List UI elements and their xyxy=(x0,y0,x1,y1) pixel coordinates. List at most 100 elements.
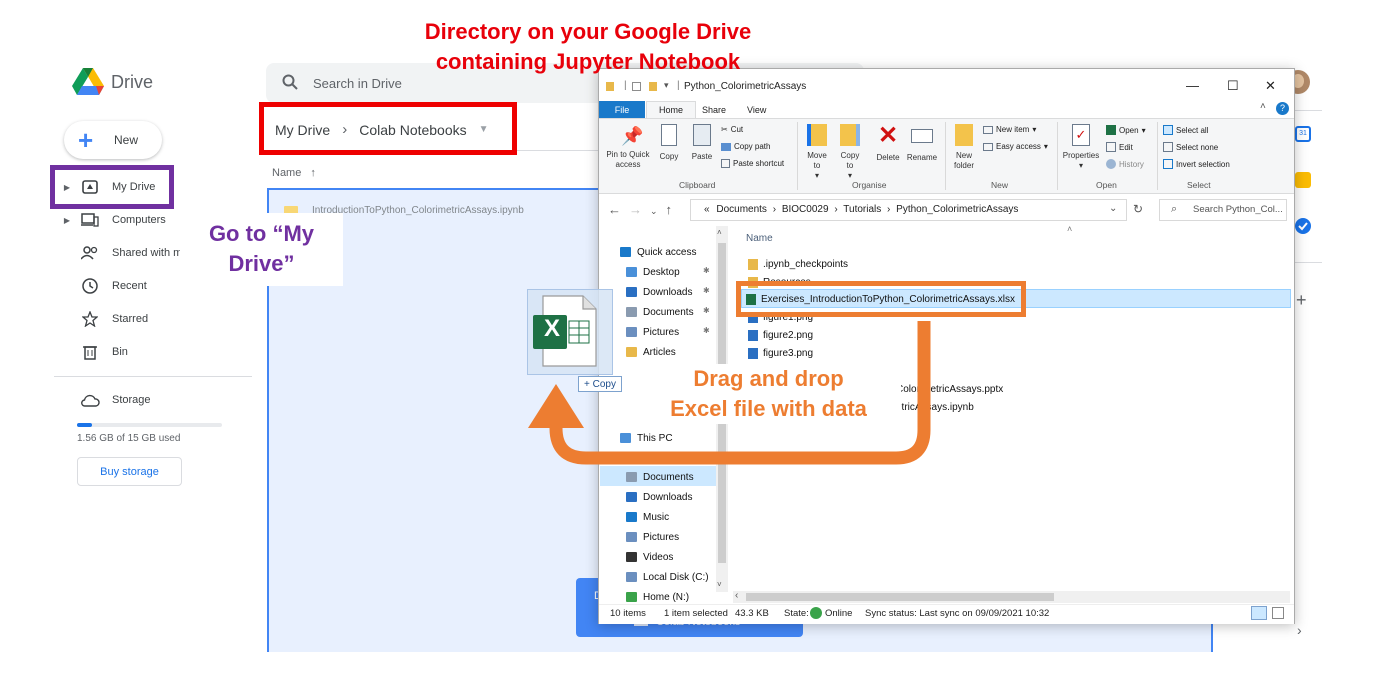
close-icon[interactable]: ✕ xyxy=(1265,78,1276,94)
forward-arrow-icon[interactable]: → xyxy=(629,202,650,217)
select-all-button[interactable]: Select all xyxy=(1163,125,1208,135)
new-folder-icon[interactable] xyxy=(649,82,657,91)
search-input[interactable]: Search in Drive xyxy=(313,76,402,91)
scroll-down-icon[interactable]: ˅ xyxy=(717,580,722,589)
tab-home[interactable]: Home xyxy=(646,101,697,118)
tab-share[interactable]: Share xyxy=(690,101,738,118)
ribbon-collapse-icon[interactable]: ˄ xyxy=(1260,101,1266,112)
copy-to-button[interactable]: Copy to ▾ xyxy=(837,124,863,181)
ribbon-separator xyxy=(945,122,946,190)
title-separator: | xyxy=(677,80,680,91)
tasks-icon[interactable] xyxy=(1295,218,1311,234)
status-item-count: 10 items xyxy=(610,608,646,619)
pin-quick-access-button[interactable]: 📌 Pin to Quick access xyxy=(606,126,650,170)
pin-icon[interactable]: ✱ xyxy=(703,306,710,315)
sidebar-item-bin[interactable]: Bin xyxy=(60,339,240,365)
tree-item[interactable]: Pictures xyxy=(626,528,679,546)
tree-item[interactable]: Documents xyxy=(626,303,694,321)
scissors-icon: ✂ xyxy=(721,125,728,134)
calendar-icon[interactable]: 31 xyxy=(1295,126,1311,142)
file-row[interactable]: figure3.png xyxy=(748,344,813,362)
paste-shortcut-button[interactable]: Paste shortcut xyxy=(721,159,784,168)
easy-access-button[interactable]: Easy access ▾ xyxy=(983,142,1048,151)
back-arrow-icon[interactable]: ← xyxy=(608,202,629,217)
scroll-left-icon[interactable]: ‹ xyxy=(735,590,738,601)
caret-right-icon[interactable]: ▶ xyxy=(60,216,74,225)
history-button[interactable]: History xyxy=(1106,159,1144,169)
address-segment[interactable]: BIOC0029 xyxy=(782,204,829,215)
pin-icon[interactable]: ✱ xyxy=(703,266,710,275)
address-dropdown-icon[interactable]: ⌄ xyxy=(1109,203,1117,214)
help-icon[interactable]: ? xyxy=(1276,102,1289,115)
large-icons-view-icon[interactable] xyxy=(1272,607,1284,619)
keep-icon[interactable] xyxy=(1295,172,1311,188)
tree-item[interactable]: This PC xyxy=(620,429,673,447)
tree-item[interactable]: Downloads xyxy=(626,488,692,506)
details-view-icon[interactable] xyxy=(1251,606,1267,620)
minimize-icon[interactable]: — xyxy=(1186,78,1199,93)
buy-storage-button[interactable]: Buy storage xyxy=(77,457,182,486)
copy-path-button[interactable]: Copy path xyxy=(721,142,770,151)
folder-icon xyxy=(748,258,758,270)
open-button[interactable]: Open ▾ xyxy=(1106,125,1146,135)
copy-to-label: Copy to xyxy=(840,151,860,170)
new-item-button[interactable]: New item ▾ xyxy=(983,125,1036,134)
sidebar-item-starred[interactable]: Starred xyxy=(60,306,240,332)
tab-file[interactable]: File xyxy=(599,101,645,118)
copy-button[interactable]: Copy xyxy=(656,124,682,162)
name-column-header[interactable]: Name ↑ xyxy=(272,167,316,179)
address-segment[interactable]: Python_ColorimetricAssays xyxy=(896,204,1018,215)
new-button[interactable]: + New xyxy=(64,121,162,159)
tree-item[interactable]: Downloads xyxy=(626,283,692,301)
paste-icon xyxy=(693,124,711,146)
chevron-right-icon[interactable]: › xyxy=(1297,622,1302,638)
address-path[interactable]: « Documents › BIOC0029 › Tutorials › Pyt… xyxy=(704,204,1018,215)
file-row[interactable]: ColorimetricAssays.pptx xyxy=(896,380,1003,398)
file-row[interactable]: .ipynb_checkpoints xyxy=(748,255,848,273)
properties-button[interactable]: ✓ Properties ▾ xyxy=(1061,124,1101,171)
history-label: History xyxy=(1119,159,1144,169)
properties-check-icon[interactable] xyxy=(632,82,641,91)
paste-button[interactable]: Paste xyxy=(689,124,715,162)
cut-button[interactable]: ✂ Cut xyxy=(721,125,743,134)
move-to-button[interactable]: Move to ▾ xyxy=(804,124,830,181)
pin-icon[interactable]: ✱ xyxy=(703,286,710,295)
tree-item[interactable]: Quick access xyxy=(620,243,696,261)
address-segment[interactable]: Tutorials xyxy=(843,204,881,215)
address-overflow[interactable]: « xyxy=(704,204,710,215)
address-segment[interactable]: Documents xyxy=(716,204,767,215)
pin-icon[interactable]: ✱ xyxy=(703,326,710,335)
tree-item[interactable]: Music xyxy=(626,508,669,526)
file-list-name-header[interactable]: Name xyxy=(746,233,773,244)
file-row[interactable]: figure2.png xyxy=(748,326,813,344)
quick-access-dropdown-icon[interactable]: ▾ xyxy=(664,80,669,91)
annotation-goto-my-drive: Go to “My Drive” xyxy=(180,213,343,286)
delete-button[interactable]: ✕ Delete xyxy=(874,124,902,163)
tree-item[interactable]: Deskt xyxy=(626,448,669,466)
refresh-icon[interactable]: ↻ xyxy=(1133,202,1143,216)
tree-item[interactable]: Pictures xyxy=(626,323,679,341)
tree-item[interactable]: Documents xyxy=(626,468,694,486)
tab-view[interactable]: View xyxy=(735,101,778,118)
explorer-search-input[interactable]: Search Python_Col... xyxy=(1193,204,1283,215)
scroll-up-icon[interactable]: ˄ xyxy=(717,228,722,237)
sidebar-item-storage[interactable]: Storage xyxy=(60,387,240,413)
edit-button[interactable]: Edit xyxy=(1106,142,1133,152)
select-none-button[interactable]: Select none xyxy=(1163,142,1218,152)
add-app-plus-icon[interactable]: + xyxy=(1296,290,1307,311)
file-list-hscroll-thumb[interactable] xyxy=(746,593,1054,601)
rename-button[interactable]: Rename xyxy=(905,124,939,163)
tree-item[interactable]: Local Disk (C:) xyxy=(626,568,709,586)
maximize-icon[interactable]: ☐ xyxy=(1227,78,1239,94)
annotation-directory-title: Directory on your Google Drive containin… xyxy=(378,17,798,77)
up-arrow-icon[interactable]: ↑ xyxy=(666,202,681,217)
file-row[interactable]: etricAssays.ipynb xyxy=(896,398,974,416)
tree-item-icon xyxy=(626,452,637,462)
tree-item[interactable]: Desktop xyxy=(626,263,680,281)
new-folder-button[interactable]: New folder xyxy=(950,124,978,171)
tree-item[interactable]: Videos xyxy=(626,548,673,566)
recent-dropdown-icon[interactable]: ⌄ xyxy=(650,206,666,216)
invert-selection-button[interactable]: Invert selection xyxy=(1163,159,1230,169)
search-icon[interactable] xyxy=(282,74,298,90)
tree-item[interactable]: Articles xyxy=(626,343,676,361)
